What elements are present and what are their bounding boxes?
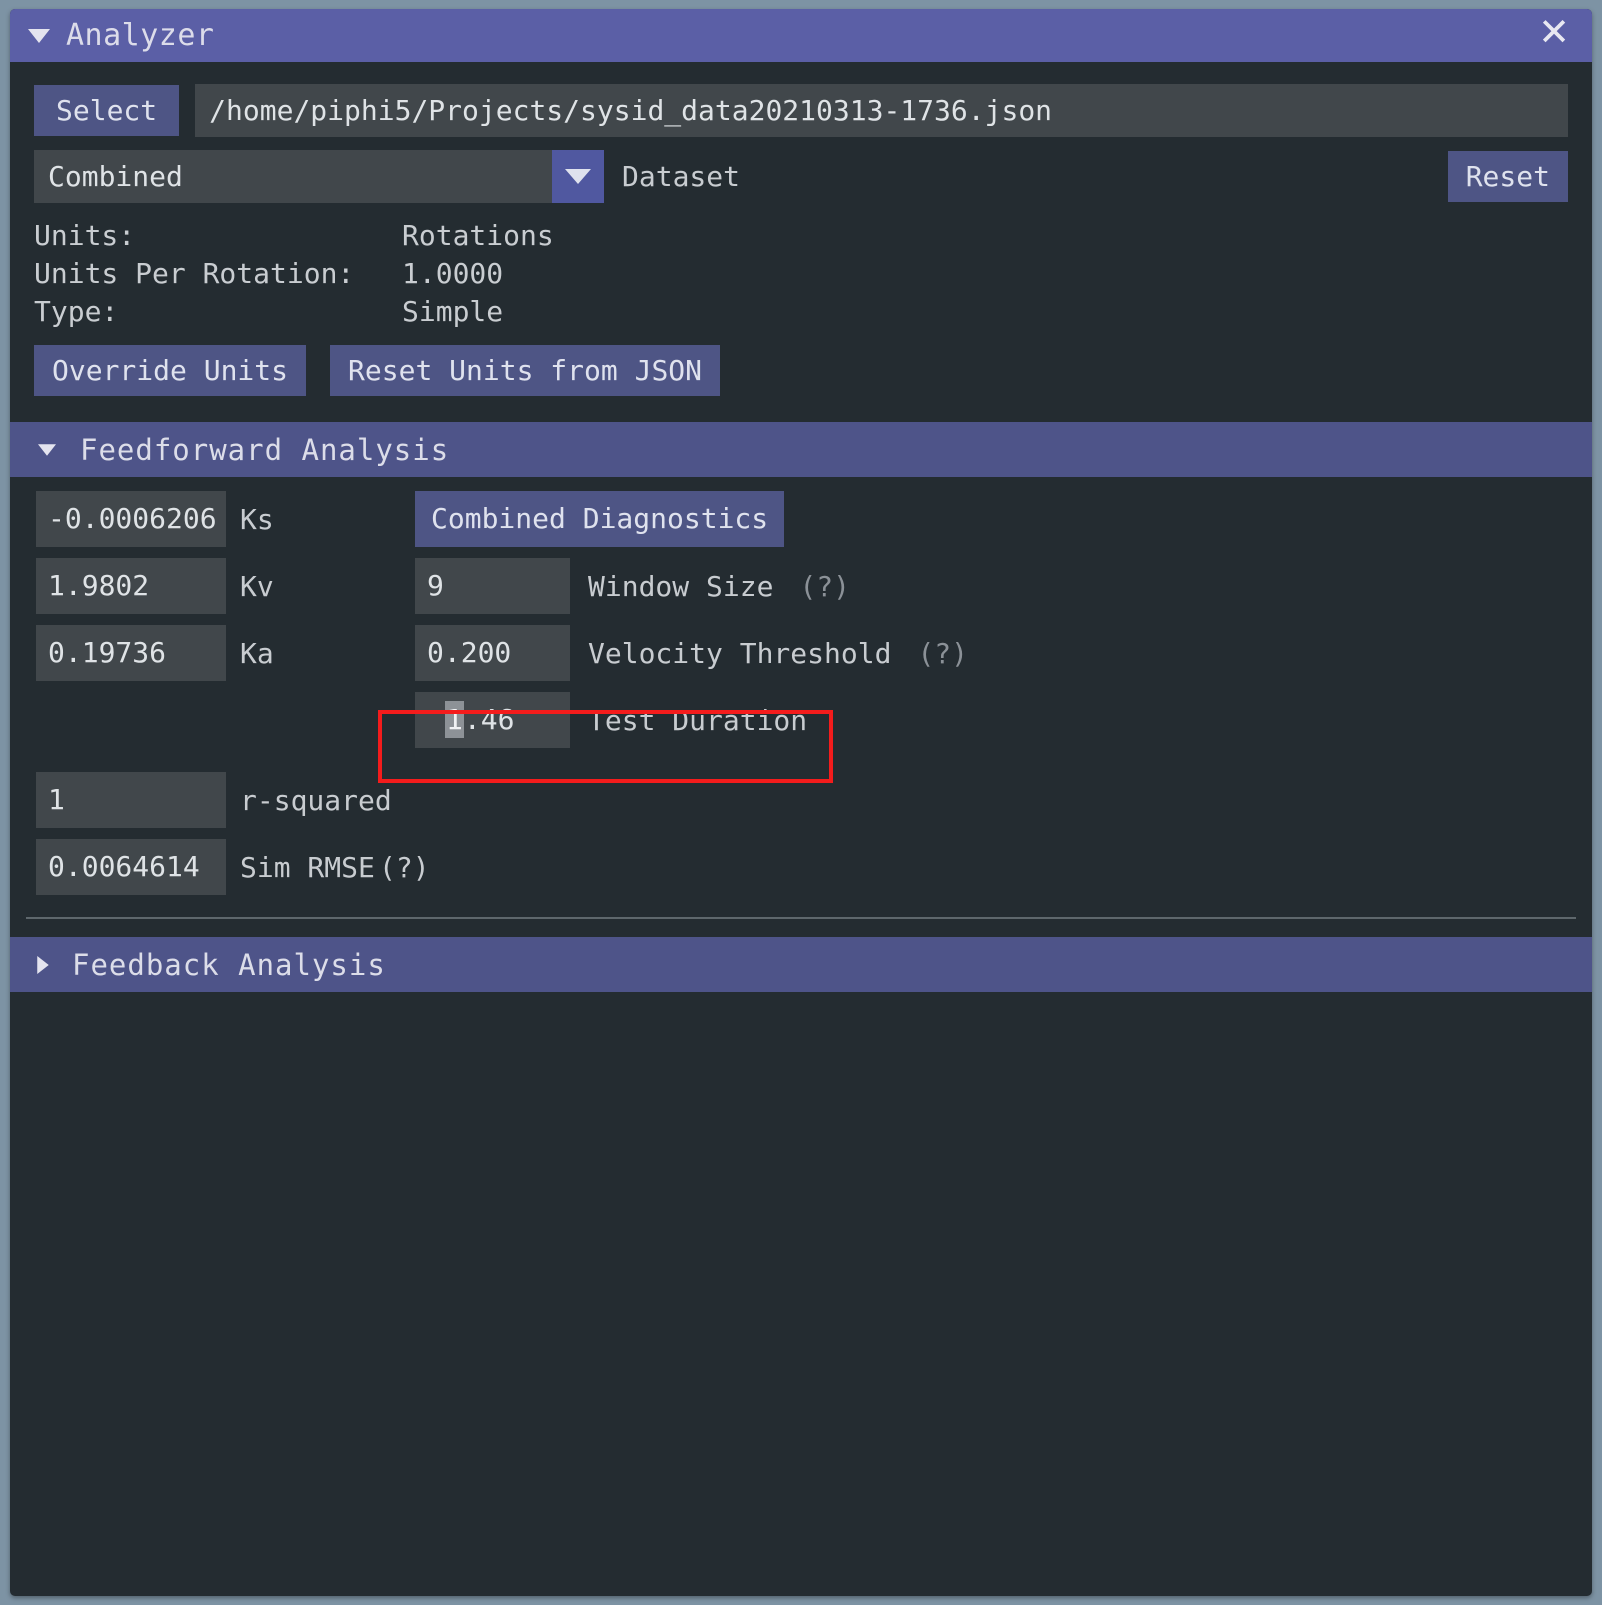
units-row: Units: Rotations <box>34 217 1568 255</box>
test-duration-label: Test Duration <box>588 703 808 737</box>
velocity-threshold-field[interactable]: 0.200 <box>415 625 570 681</box>
type-key: Type: <box>34 295 119 328</box>
analyzer-body: Select /home/piphi5/Projects/sysid_data2… <box>10 62 1592 992</box>
window-title: Analyzer <box>66 18 215 53</box>
section-title-feedback: Feedback Analysis <box>72 947 386 982</box>
r-squared-label: r-squared <box>240 783 392 817</box>
kv-value-field[interactable]: 1.9802 <box>36 558 226 614</box>
ka-label: Ka <box>240 636 274 670</box>
chevron-down-icon[interactable] <box>552 150 604 203</box>
row-kv: 1.9802 Kv 9 Window Size (?) <box>10 558 1592 614</box>
select-file-button[interactable]: Select <box>34 85 180 136</box>
close-icon[interactable]: ✕ <box>1532 14 1576 58</box>
dataset-select[interactable]: Combined <box>34 150 552 203</box>
units-per-rotation-value: 1.0000 <box>402 257 504 290</box>
dataset-row: Combined Dataset Reset <box>10 137 1592 203</box>
test-duration-field[interactable]: 1.46 <box>415 692 570 748</box>
section-header-feedforward[interactable]: Feedforward Analysis <box>10 422 1592 477</box>
window-titlebar[interactable]: Analyzer ✕ <box>10 9 1592 62</box>
row-r-squared: 1 r-squared <box>10 772 1592 828</box>
file-path-field[interactable]: /home/piphi5/Projects/sysid_data20210313… <box>195 84 1568 137</box>
kv-label: Kv <box>240 569 274 603</box>
row-sim-rmse: 0.0064614 Sim RMSE (?) <box>10 839 1592 895</box>
section-title-feedforward: Feedforward Analysis <box>80 432 450 467</box>
triangle-right-icon <box>37 955 49 974</box>
reset-button[interactable]: Reset <box>1447 151 1568 202</box>
row-ka: 0.19736 Ka 0.200 Velocity Threshold (?) <box>10 625 1592 681</box>
test-duration-selected-char: 1 <box>445 701 464 738</box>
triangle-down-icon[interactable] <box>28 28 50 43</box>
window-size-label: Window Size <box>588 569 774 603</box>
row-ks: -0.0006206 Ks Combined Diagnostics <box>10 491 1592 547</box>
units-per-rotation-row: Units Per Rotation: 1.0000 <box>34 255 1568 293</box>
reset-units-from-json-button[interactable]: Reset Units from JSON <box>330 345 721 396</box>
type-row: Type: Simple <box>34 293 1568 331</box>
ka-value-field[interactable]: 0.19736 <box>36 625 226 681</box>
units-key: Units: <box>34 219 136 252</box>
velocity-threshold-label: Velocity Threshold <box>588 636 892 670</box>
type-value: Simple <box>402 295 504 328</box>
velocity-threshold-help-icon[interactable]: (?) <box>917 637 968 670</box>
analyzer-window: Analyzer ✕ Select /home/piphi5/Projects/… <box>10 9 1592 1596</box>
combined-diagnostics-button[interactable]: Combined Diagnostics <box>415 491 785 547</box>
window-size-help-icon[interactable]: (?) <box>799 570 850 603</box>
sim-rmse-help-icon[interactable]: (?) <box>379 851 430 884</box>
section-divider <box>26 917 1576 919</box>
file-select-row: Select /home/piphi5/Projects/sysid_data2… <box>10 62 1592 137</box>
units-value: Rotations <box>402 219 554 252</box>
feedforward-body: -0.0006206 Ks Combined Diagnostics 1.980… <box>10 477 1592 895</box>
ks-label: Ks <box>240 502 274 536</box>
sim-rmse-field[interactable]: 0.0064614 <box>36 839 226 895</box>
section-header-feedback[interactable]: Feedback Analysis <box>10 937 1592 992</box>
triangle-down-icon <box>37 443 57 456</box>
window-size-field[interactable]: 9 <box>415 558 570 614</box>
units-per-rotation-key: Units Per Rotation: <box>34 257 355 290</box>
units-buttons-row: Override Units Reset Units from JSON <box>10 331 1592 396</box>
r-squared-field[interactable]: 1 <box>36 772 226 828</box>
override-units-button[interactable]: Override Units <box>34 345 307 396</box>
ks-value-field[interactable]: -0.0006206 <box>36 491 226 547</box>
units-info-block: Units: Rotations Units Per Rotation: 1.0… <box>10 203 1592 331</box>
dataset-label: Dataset <box>622 160 741 193</box>
test-duration-rest: .46 <box>463 703 515 736</box>
row-test-duration: 1.46 Test Duration <box>10 692 1592 748</box>
